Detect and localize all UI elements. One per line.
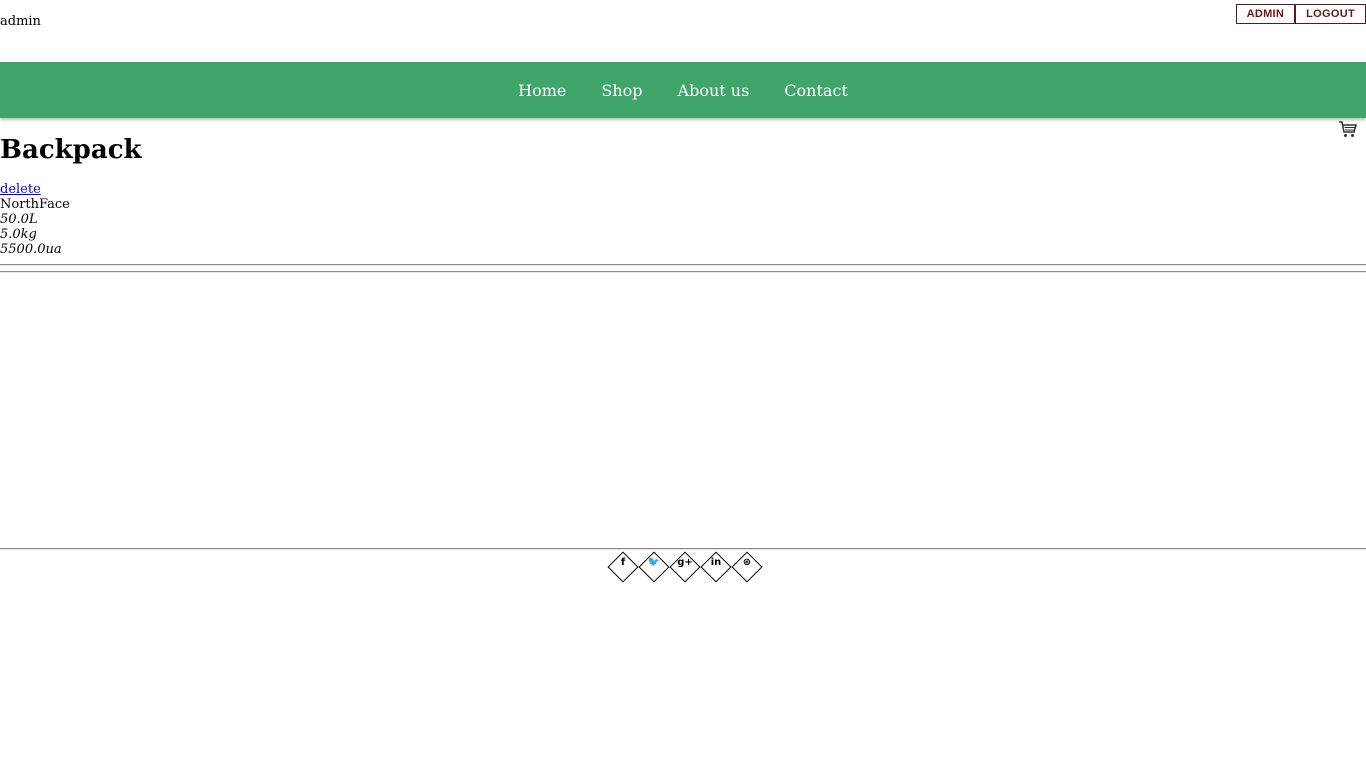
footer-divider (0, 548, 1366, 550)
logout-button[interactable]: LOGOUT (1295, 4, 1366, 24)
divider (0, 264, 1366, 266)
product-details: delete NorthFace 50.0L 5.0kg 5500.0ua (0, 182, 70, 257)
product-price: 5500.0ua (0, 242, 62, 257)
dribbble-icon[interactable]: ⊛ (732, 552, 762, 582)
product-title: Backpack (0, 135, 142, 165)
admin-button[interactable]: ADMIN (1235, 4, 1296, 24)
nav-home[interactable]: Home (518, 81, 566, 100)
nav-shop[interactable]: Shop (601, 81, 642, 100)
username-label: admin (0, 14, 41, 29)
divider (0, 271, 1366, 273)
top-actions: ADMIN LOGOUT (1235, 4, 1366, 24)
product-brand: NorthFace (0, 197, 70, 212)
product-volume: 50.0L (0, 212, 38, 227)
social-links: f 🐦 g+ in ⊛ (608, 552, 763, 582)
google-plus-icon[interactable]: g+ (670, 552, 700, 582)
nav-contact[interactable]: Contact (784, 81, 848, 100)
nav-about-us[interactable]: About us (678, 81, 750, 100)
facebook-icon[interactable]: f (608, 552, 638, 582)
main-navbar: Home Shop About us Contact (0, 62, 1366, 118)
twitter-icon[interactable]: 🐦 (639, 552, 669, 582)
delete-link[interactable]: delete (0, 182, 41, 197)
shopping-cart-icon[interactable] (1338, 120, 1358, 138)
linkedin-icon[interactable]: in (701, 552, 731, 582)
product-weight: 5.0kg (0, 227, 37, 242)
